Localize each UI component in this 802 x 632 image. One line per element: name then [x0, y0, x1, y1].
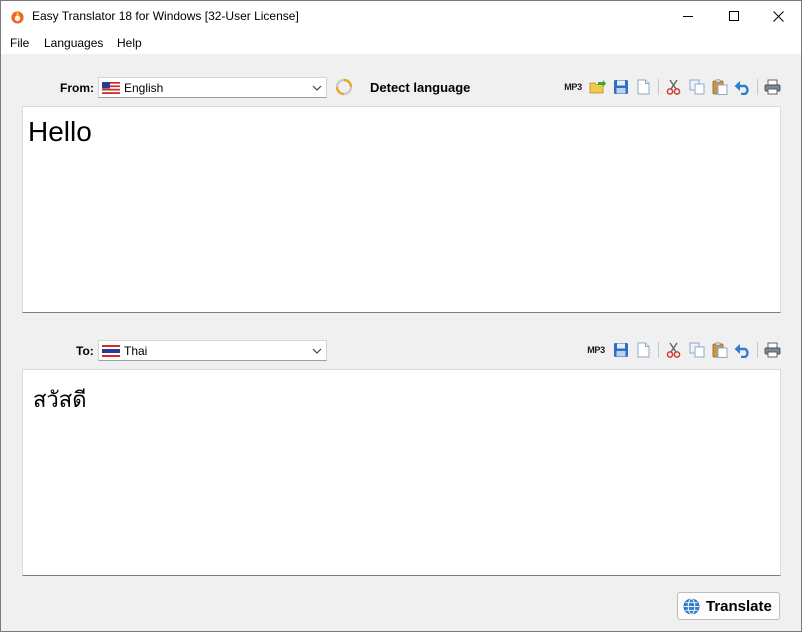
new-document-icon: [637, 342, 650, 358]
scissors-icon: [666, 342, 681, 358]
paste-clipboard-icon: [712, 342, 727, 358]
window-title: Easy Translator 18 for Windows [32-User …: [32, 9, 299, 23]
target-cut-button[interactable]: [662, 340, 685, 360]
chevron-down-icon: [312, 85, 322, 91]
source-language-value: English: [124, 80, 164, 95]
source-save-button[interactable]: [609, 77, 632, 97]
title-bar: Easy Translator 18 for Windows [32-User …: [1, 1, 801, 32]
source-language-select[interactable]: English: [98, 77, 327, 98]
to-label: To:: [76, 344, 94, 358]
target-mp3-button[interactable]: MP3: [583, 340, 609, 360]
app-logo-icon: [11, 11, 24, 24]
save-disk-icon: [613, 80, 628, 94]
toolbar-separator: [658, 79, 659, 95]
us-flag-icon: [102, 81, 120, 94]
from-label: From:: [60, 81, 94, 95]
target-text-area[interactable]: สวัสดี: [22, 369, 781, 576]
source-copy-button[interactable]: [685, 77, 708, 97]
open-folder-icon: [589, 79, 606, 93]
target-language-select[interactable]: Thai: [98, 340, 327, 361]
copy-icon: [689, 79, 704, 95]
translate-button-label: Translate: [706, 597, 772, 615]
close-button[interactable]: [755, 1, 801, 32]
menu-help[interactable]: Help: [117, 36, 142, 50]
undo-icon: [734, 343, 749, 358]
detect-language-button[interactable]: Detect language: [370, 80, 470, 95]
paste-clipboard-icon: [712, 79, 727, 95]
source-print-button[interactable]: [761, 77, 784, 97]
source-toolbar: MP3: [560, 77, 784, 97]
target-language-value: Thai: [124, 343, 148, 358]
thai-flag-icon: [102, 344, 120, 357]
source-text: Hello: [28, 116, 92, 147]
target-copy-button[interactable]: [685, 340, 708, 360]
source-text-area[interactable]: Hello: [22, 106, 781, 313]
save-disk-icon: [613, 343, 628, 357]
printer-icon: [764, 342, 781, 358]
minimize-button[interactable]: [665, 1, 711, 32]
target-paste-button[interactable]: [708, 340, 731, 360]
maximize-icon: [728, 11, 739, 21]
menu-bar: File Languages Help: [1, 32, 801, 54]
target-undo-button[interactable]: [731, 340, 754, 360]
chevron-down-icon: [312, 348, 322, 354]
source-paste-button[interactable]: [708, 77, 731, 97]
refresh-detect-icon[interactable]: [335, 78, 353, 96]
globe-icon: [683, 597, 700, 615]
scissors-icon: [666, 79, 681, 95]
target-save-button[interactable]: [609, 340, 632, 360]
menu-file[interactable]: File: [10, 36, 29, 50]
target-print-button[interactable]: [761, 340, 784, 360]
toolbar-separator: [757, 79, 758, 95]
close-icon: [772, 11, 784, 22]
printer-icon: [764, 79, 781, 95]
new-document-icon: [637, 79, 650, 95]
source-mp3-button[interactable]: MP3: [560, 77, 586, 97]
copy-icon: [689, 342, 704, 358]
menu-languages[interactable]: Languages: [44, 36, 103, 50]
source-new-button[interactable]: [632, 77, 655, 97]
target-text: สวัสดี: [33, 388, 87, 413]
maximize-button[interactable]: [711, 1, 757, 32]
source-cut-button[interactable]: [662, 77, 685, 97]
translate-button[interactable]: Translate: [677, 592, 780, 620]
toolbar-separator: [658, 342, 659, 358]
target-toolbar: MP3: [583, 340, 784, 360]
undo-icon: [734, 80, 749, 95]
source-undo-button[interactable]: [731, 77, 754, 97]
app-window: Easy Translator 18 for Windows [32-User …: [0, 0, 802, 632]
toolbar-separator: [757, 342, 758, 358]
target-new-button[interactable]: [632, 340, 655, 360]
open-file-button[interactable]: [586, 77, 609, 97]
minimize-icon: [682, 16, 693, 17]
